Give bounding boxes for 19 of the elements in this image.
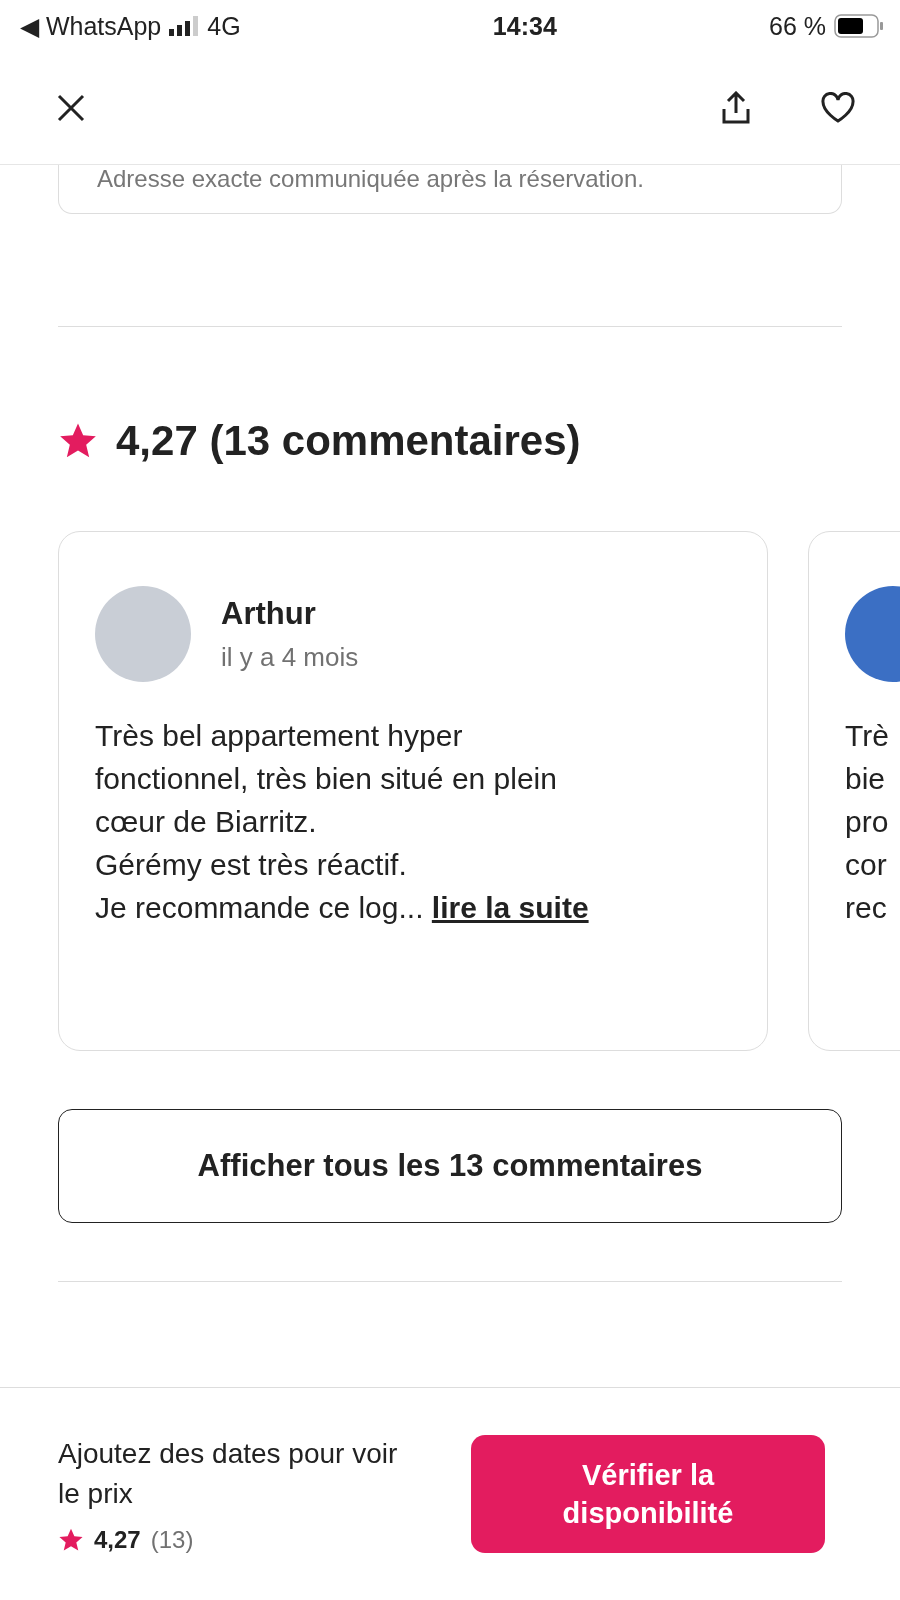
signal-icon: [169, 16, 200, 36]
show-all-reviews-button[interactable]: Afficher tous les 13 commentaires: [58, 1109, 842, 1223]
review-count: (13): [150, 1526, 194, 1554]
review-text: Très bel appartement hyper fonctionnel, très bien situé en plein cœur de Biarritz. Gérémy est très réactif. Je recommande ce log... lire la suite: [95, 718, 590, 926]
battery-percent: 66 %: [769, 11, 826, 41]
battery-icon: [834, 14, 884, 38]
add-dates-prompt: Ajoutez des dates pour voir le prix: [58, 1437, 398, 1511]
rating-heading: 4,27 (13 commentaires): [116, 417, 581, 465]
network-type: 4G: [207, 11, 241, 41]
address-note: Adresse exacte communiquée après la réservation.: [97, 165, 645, 193]
read-more-link[interactable]: lire la suite: [431, 891, 589, 924]
check-availability-button[interactable]: Vérifier la disponibilité: [471, 1435, 825, 1553]
back-to-app-link[interactable]: ◀ WhatsApp: [20, 11, 162, 41]
review-text: Trè bie pro cor rec: [845, 718, 890, 926]
star-icon: [58, 1527, 84, 1553]
rating-value: 4,27: [94, 1526, 141, 1554]
review-date: il y a 4 mois: [221, 641, 359, 673]
reviewer-name: Arthur: [221, 595, 317, 632]
clock-time: 14:34: [491, 11, 557, 41]
